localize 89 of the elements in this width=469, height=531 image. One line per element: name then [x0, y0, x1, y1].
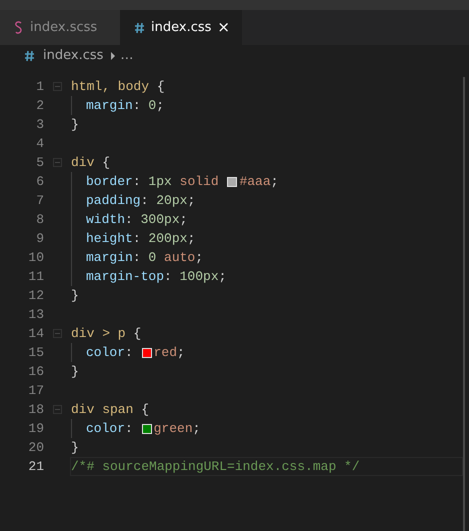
hash-icon — [134, 22, 145, 34]
code-token: : — [132, 230, 142, 248]
code-token: border — [86, 172, 133, 191]
code-token: : — [140, 192, 150, 210]
line-number: 12 — [27, 286, 44, 305]
code-token: 20px — [156, 192, 188, 210]
code-token: div > p — [71, 324, 127, 343]
code-token: ; — [270, 172, 278, 191]
code-token: } — [71, 438, 79, 457]
code-token: margin — [86, 96, 133, 115]
code-token: 200px — [148, 230, 188, 248]
color-swatch[interactable] — [142, 424, 152, 434]
line-number: 15 — [27, 344, 44, 362]
line-number: 13 — [27, 306, 44, 324]
code-token: { — [133, 324, 142, 343]
code-token: solid — [180, 172, 220, 191]
code-token: color — [86, 344, 126, 362]
code-token: ; — [177, 344, 185, 362]
editor-tab[interactable]: index.scss — [0, 10, 120, 45]
line-number: 18 — [27, 400, 44, 419]
editor-tab[interactable]: index.css × — [120, 10, 242, 45]
code-token: div span — [71, 400, 134, 419]
code-token: { — [141, 400, 150, 419]
sass-icon — [14, 20, 24, 34]
code-token: padding — [86, 192, 141, 210]
code-token: margin — [86, 248, 133, 267]
line-number: 3 — [35, 116, 44, 134]
code-token: width — [86, 210, 126, 229]
code-token: : — [164, 268, 173, 286]
code-token: 0 — [148, 96, 156, 115]
code-token: 100px — [180, 268, 219, 286]
code-token: /*# sourceMappingURL=index.css.map */ — [71, 458, 360, 476]
line-number: 14 — [27, 324, 44, 343]
code-token: html, body — [71, 78, 150, 96]
code-token: ; — [180, 210, 188, 229]
code-token: ; — [192, 420, 200, 438]
breadcrumb-item[interactable]: index.css — [43, 46, 104, 66]
color-swatch[interactable] — [142, 348, 152, 358]
color-swatch[interactable] — [227, 176, 238, 186]
line-number: 9 — [35, 230, 44, 248]
code-token: height — [86, 230, 133, 248]
code-token: : — [132, 248, 142, 267]
code-token: : — [132, 172, 142, 191]
code-token: } — [71, 286, 79, 305]
fold-icon[interactable] — [52, 82, 62, 91]
line-number: 1 — [35, 78, 44, 96]
line-number: 16 — [27, 362, 44, 381]
code-token: ; — [187, 230, 196, 248]
line-number: 11 — [27, 268, 44, 286]
code-token: 300px — [140, 210, 180, 229]
code-token: ; — [156, 96, 164, 115]
code-token: ; — [187, 192, 196, 210]
code-token: auto — [164, 248, 196, 267]
fold-icon[interactable] — [52, 405, 62, 414]
breadcrumb-item[interactable]: … — [120, 46, 134, 66]
code-token: margin-top — [86, 268, 164, 286]
code-token: 1px — [148, 172, 173, 191]
line-number: 5 — [35, 154, 44, 172]
line-number: 10 — [27, 248, 44, 267]
line-number: 17 — [27, 382, 44, 400]
fold-icon[interactable] — [52, 329, 62, 338]
line-number: 21 — [27, 458, 44, 476]
code-token: div — [71, 154, 96, 172]
line-number: 20 — [27, 438, 44, 457]
line-number: 2 — [35, 96, 44, 115]
code-token: color — [86, 420, 126, 438]
code-token: 0 — [148, 248, 158, 267]
line-number: 4 — [35, 134, 44, 153]
close-icon[interactable]: × — [217, 20, 230, 35]
code-token: : — [132, 96, 142, 115]
code-token: : — [125, 344, 134, 362]
code-token: : — [125, 420, 134, 438]
code-token: #aaa — [239, 172, 271, 191]
code-token: ; — [218, 268, 226, 286]
code-token: } — [71, 116, 79, 134]
code-token: } — [71, 362, 79, 381]
code-token: : — [125, 210, 134, 229]
code-token: { — [102, 154, 110, 172]
code-token: ; — [195, 248, 204, 267]
line-number: 19 — [27, 420, 44, 438]
chevron-icon — [111, 52, 116, 60]
code-token: green — [154, 420, 193, 438]
line-number: 7 — [35, 192, 44, 210]
code-token: red — [154, 344, 178, 362]
line-number: 6 — [35, 172, 44, 191]
code-token: { — [156, 78, 165, 96]
fold-icon[interactable] — [52, 158, 62, 167]
hash-icon — [24, 50, 35, 62]
line-number: 8 — [35, 210, 44, 229]
